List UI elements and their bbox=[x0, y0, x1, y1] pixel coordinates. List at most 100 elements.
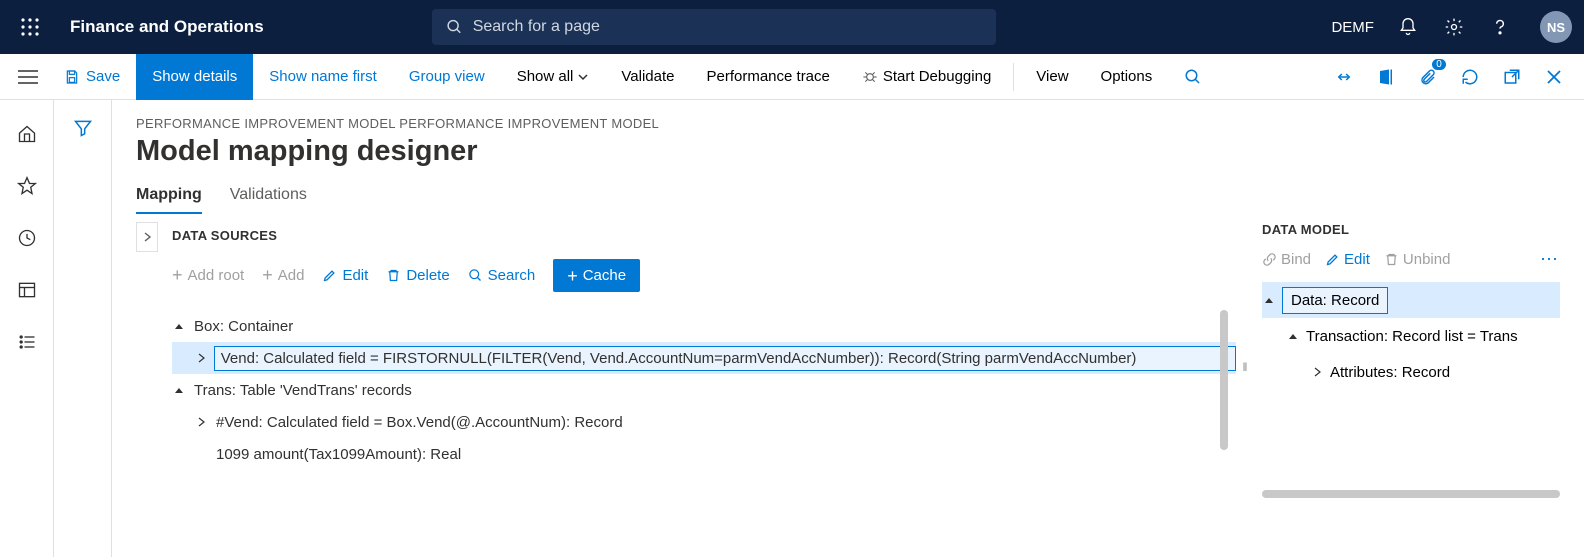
caret-right-icon[interactable] bbox=[194, 353, 208, 363]
dm-item-label: Data: Record bbox=[1282, 287, 1388, 314]
home-icon[interactable] bbox=[15, 122, 39, 146]
dm-edit-button[interactable]: Edit bbox=[1325, 251, 1370, 268]
attachment-badge: 0 bbox=[1432, 59, 1446, 70]
trash-icon bbox=[1384, 252, 1399, 267]
start-debugging-label: Start Debugging bbox=[883, 68, 991, 85]
link-icon[interactable] bbox=[1332, 65, 1356, 89]
cache-button[interactable]: + Cache bbox=[553, 259, 640, 292]
breadcrumb: PERFORMANCE IMPROVEMENT MODEL PERFORMANC… bbox=[136, 116, 1560, 131]
start-debugging-button[interactable]: Start Debugging bbox=[846, 54, 1007, 100]
tree-row[interactable]: 1099 amount(Tax1099Amount): Real bbox=[172, 438, 1236, 470]
plus-icon: + bbox=[567, 269, 578, 283]
search-icon bbox=[1184, 68, 1202, 86]
edit-label: Edit bbox=[342, 267, 368, 284]
bind-button[interactable]: Bind bbox=[1262, 251, 1311, 268]
filter-icon[interactable] bbox=[73, 118, 93, 557]
add-button[interactable]: + Add bbox=[262, 265, 304, 286]
clock-icon[interactable] bbox=[15, 226, 39, 250]
dm-tree-row[interactable]: Attributes: Record bbox=[1262, 354, 1560, 390]
show-name-first-button[interactable]: Show name first bbox=[253, 54, 393, 100]
caret-down-icon[interactable] bbox=[1262, 295, 1276, 305]
tree-row[interactable]: #Vend: Calculated field = Box.Vend(@.Acc… bbox=[172, 406, 1236, 438]
vertical-splitter[interactable]: ‖ bbox=[1236, 222, 1254, 498]
tab-validations[interactable]: Validations bbox=[230, 186, 307, 214]
add-root-label: Add root bbox=[188, 267, 245, 284]
tree-item-label: #Vend: Calculated field = Box.Vend(@.Acc… bbox=[214, 414, 625, 431]
plus-icon: + bbox=[262, 265, 273, 286]
caret-down-icon[interactable] bbox=[1286, 331, 1300, 341]
validate-label: Validate bbox=[621, 68, 674, 85]
gear-icon[interactable] bbox=[1442, 15, 1466, 39]
unbind-label: Unbind bbox=[1403, 251, 1451, 268]
attachment-icon[interactable]: 0 bbox=[1416, 65, 1440, 89]
hamburger-icon[interactable] bbox=[8, 69, 48, 85]
save-button[interactable]: Save bbox=[48, 54, 136, 100]
caret-right-icon[interactable] bbox=[1310, 367, 1324, 377]
global-search[interactable] bbox=[432, 9, 996, 45]
save-label: Save bbox=[86, 68, 120, 85]
module-list-icon[interactable] bbox=[15, 330, 39, 354]
search-icon bbox=[468, 268, 483, 283]
dm-edit-label: Edit bbox=[1344, 251, 1370, 268]
caret-down-icon[interactable] bbox=[172, 321, 186, 331]
office-icon[interactable] bbox=[1374, 65, 1398, 89]
data-model-section: DATA MODEL Bind Edit Unbind ⋯ bbox=[1254, 222, 1560, 498]
ds-expander[interactable] bbox=[136, 222, 158, 252]
options-button[interactable]: Options bbox=[1085, 54, 1169, 100]
popout-icon[interactable] bbox=[1500, 65, 1524, 89]
data-sources-title: DATA SOURCES bbox=[172, 222, 1236, 243]
tree-row[interactable]: Trans: Table 'VendTrans' records bbox=[172, 374, 1236, 406]
tab-mapping[interactable]: Mapping bbox=[136, 186, 202, 214]
horizontal-scrollbar[interactable] bbox=[1262, 490, 1560, 498]
avatar[interactable]: NS bbox=[1540, 11, 1572, 43]
tabs: Mapping Validations bbox=[136, 186, 1560, 214]
performance-trace-button[interactable]: Performance trace bbox=[690, 54, 845, 100]
star-icon[interactable] bbox=[15, 174, 39, 198]
edit-button[interactable]: Edit bbox=[322, 267, 368, 284]
separator bbox=[1013, 63, 1014, 91]
caret-right-icon[interactable] bbox=[194, 417, 208, 427]
workspace-icon[interactable] bbox=[15, 278, 39, 302]
top-header: Finance and Operations DEMF NS bbox=[0, 0, 1584, 54]
more-icon[interactable]: ⋯ bbox=[1540, 249, 1560, 270]
dm-tree-row-selected[interactable]: Data: Record bbox=[1262, 282, 1560, 318]
group-view-button[interactable]: Group view bbox=[393, 54, 501, 100]
delete-button[interactable]: Delete bbox=[386, 267, 449, 284]
show-all-label: Show all bbox=[517, 68, 574, 85]
dm-tree: Data: Record Transaction: Record list = … bbox=[1262, 282, 1560, 390]
ds-search-button[interactable]: Search bbox=[468, 267, 536, 284]
pencil-icon bbox=[1325, 252, 1340, 267]
unbind-button[interactable]: Unbind bbox=[1384, 251, 1451, 268]
link-icon bbox=[1262, 252, 1277, 267]
dm-toolbar: Bind Edit Unbind ⋯ bbox=[1262, 249, 1560, 270]
bug-icon bbox=[862, 69, 878, 85]
pencil-icon bbox=[322, 268, 337, 283]
show-details-button[interactable]: Show details bbox=[136, 54, 253, 100]
cache-label: Cache bbox=[583, 267, 626, 284]
company-label[interactable]: DEMF bbox=[1331, 19, 1374, 36]
options-label: Options bbox=[1101, 68, 1153, 85]
add-root-button[interactable]: + Add root bbox=[172, 265, 244, 286]
view-button[interactable]: View bbox=[1020, 54, 1084, 100]
action-bar-right: 0 bbox=[1332, 65, 1584, 89]
dm-tree-row[interactable]: Transaction: Record list = Trans bbox=[1262, 318, 1560, 354]
show-all-button[interactable]: Show all bbox=[501, 54, 606, 100]
refresh-icon[interactable] bbox=[1458, 65, 1482, 89]
tree-item-label: Vend: Calculated field = FIRSTORNULL(FIL… bbox=[214, 346, 1236, 371]
app-launcher-icon[interactable] bbox=[12, 9, 48, 45]
bell-icon[interactable] bbox=[1396, 15, 1420, 39]
caret-down-icon[interactable] bbox=[172, 385, 186, 395]
validate-button[interactable]: Validate bbox=[605, 54, 690, 100]
tree-row[interactable]: Box: Container bbox=[172, 310, 1236, 342]
tree-item-label: 1099 amount(Tax1099Amount): Real bbox=[214, 446, 463, 463]
global-search-input[interactable] bbox=[473, 18, 982, 36]
filter-column bbox=[54, 100, 112, 557]
scrollbar[interactable] bbox=[1220, 310, 1228, 450]
action-search-button[interactable] bbox=[1168, 54, 1218, 100]
left-rail bbox=[0, 100, 54, 557]
help-icon[interactable] bbox=[1488, 15, 1512, 39]
add-label: Add bbox=[278, 267, 305, 284]
close-icon[interactable] bbox=[1542, 65, 1566, 89]
plus-icon: + bbox=[172, 265, 183, 286]
tree-row-selected[interactable]: Vend: Calculated field = FIRSTORNULL(FIL… bbox=[172, 342, 1236, 374]
